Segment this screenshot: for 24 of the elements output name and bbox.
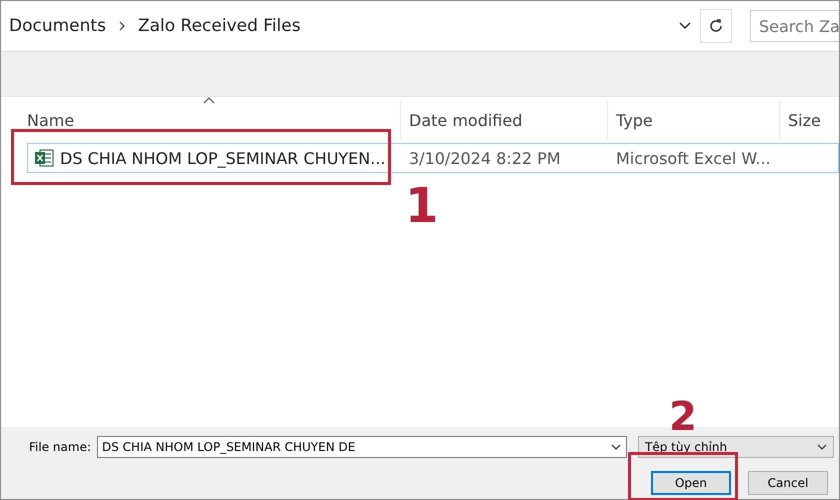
chevron-down-icon — [611, 444, 621, 450]
breadcrumb-item[interactable]: Documents — [9, 16, 106, 36]
cancel-button[interactable]: Cancel — [748, 471, 828, 495]
chevron-icon — [118, 21, 126, 31]
annotation-number: 2 — [669, 399, 697, 435]
column-header[interactable]: Date modified — [401, 101, 608, 139]
spreadsheet-icon — [34, 148, 54, 168]
column-header[interactable]: Name — [1, 101, 401, 139]
refresh-button[interactable] — [700, 9, 732, 43]
field-label: File name: — [28, 440, 92, 454]
file-name: DS CHIA NHOM LOP_SEMINAR CHUYEN... — [60, 148, 386, 168]
column-header[interactable]: Type — [608, 101, 780, 139]
search-field[interactable]: Search Za — [750, 10, 839, 42]
open-button[interactable]: Open — [651, 471, 731, 495]
file-row[interactable]: DS CHIA NHOM LOP_SEMINAR CHUYEN... 3/10/2024 8:22 PM Microsoft Excel W... — [27, 143, 839, 173]
chevron-down-icon — [679, 22, 691, 30]
type-cell-text: Microsoft Excel W... — [615, 148, 772, 170]
date-cell-text: 3/10/2024 8:22 PM — [408, 148, 562, 170]
chevron-down-icon — [817, 444, 827, 450]
refresh-icon — [708, 18, 724, 34]
annotation-number: 1 — [405, 182, 438, 230]
breadcrumb-item[interactable]: Zalo Received Files — [138, 16, 301, 36]
column-header[interactable]: Size — [780, 101, 839, 139]
file-name-field[interactable]: DS CHIA NHOM LOP_SEMINAR CHUYEN DE — [97, 436, 627, 458]
